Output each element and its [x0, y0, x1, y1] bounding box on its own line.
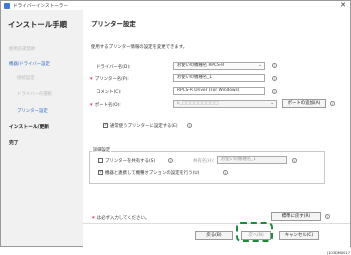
driver-label: ドライバー名(D):: [96, 65, 131, 70]
comment-field[interactable]: RPCS-R Driver (For Windows): [173, 87, 265, 95]
share-printer-label: プリンターを共有する(S): [105, 159, 156, 164]
title-bar: ドライバーインストーラー ✕: [1, 1, 350, 10]
port-label: ＊ ポート名(O):: [89, 102, 121, 108]
share-name-field[interactable]: お使いの機種名_1: [217, 156, 287, 164]
printer-name-field[interactable]: お使いの機種名_1: [173, 74, 265, 82]
back-button[interactable]: 戻る(B): [195, 231, 233, 240]
required-note: ＊ は必ず入力してください。: [91, 215, 149, 221]
main-panel: プリンター設定 使用するプリンター情報の設定を変更できます。 ドライバー名(D)…: [83, 10, 350, 246]
option-sync-label: 機器と連携して機種オプションの設定を行う(U): [105, 171, 200, 176]
info-icon[interactable]: i: [223, 170, 228, 175]
printer-name-label: ＊ プリンター名(P):: [89, 76, 129, 82]
option-sync-checkbox[interactable]: ✓: [98, 170, 103, 175]
step-printer-settings: プリンター設定: [17, 109, 48, 114]
info-icon[interactable]: i: [187, 123, 192, 128]
info-icon[interactable]: i: [292, 158, 297, 163]
page-title: プリンター設定: [91, 20, 136, 28]
info-icon[interactable]: i: [272, 89, 277, 94]
step-driver-select: ドライバーの選択: [17, 92, 53, 97]
info-icon[interactable]: i: [330, 101, 335, 106]
chevron-down-icon: ⌄: [270, 101, 274, 106]
restore-defaults-button[interactable]: 標準に戻す(R): [271, 212, 321, 221]
printer-name-label-text: プリンター名(P):: [94, 77, 129, 82]
step-connection: 接続設定: [17, 76, 35, 81]
info-icon[interactable]: i: [272, 76, 277, 81]
page-description: 使用するプリンター情報の設定を変更できます。: [91, 45, 188, 50]
step-complete: 完了: [9, 141, 19, 146]
share-name-label: 共有名(H):: [193, 159, 215, 164]
detail-settings-title: 詳細設定: [92, 147, 112, 153]
info-icon[interactable]: i: [168, 158, 173, 163]
port-select-value: E_□□□□□□□□□: [177, 101, 219, 106]
driver-select-value: お使いの機種名 RPCS-R: [177, 63, 225, 68]
comment-label: コメント(C):: [96, 90, 122, 95]
window-close-button[interactable]: ✕: [340, 1, 346, 10]
info-icon[interactable]: i: [272, 63, 277, 68]
footer-bar: 戻る(B) 次へ(N) キャンセル(C): [83, 223, 350, 247]
window-title: ドライバーインストーラー: [13, 3, 68, 9]
app-icon: [4, 2, 10, 9]
info-icon[interactable]: i: [325, 214, 330, 219]
default-printer-label: 通常使うプリンターに設定する(E): [110, 124, 178, 129]
driver-select[interactable]: お使いの機種名 RPCS-R ⌄: [173, 62, 265, 70]
steps-sidebar: インストール手順 使用許諾契約 機器/ドライバー設定 接続設定 ドライバーの選択…: [1, 10, 83, 246]
required-note-text: は必ず入力してください。: [96, 216, 150, 221]
figure-code: J103DM0017: [327, 251, 350, 255]
share-printer-checkbox[interactable]: [98, 158, 103, 163]
add-port-button[interactable]: ポートの追加(A): [282, 99, 326, 108]
step-install: インストール/更新: [9, 125, 50, 130]
installer-window: ドライバーインストーラー ✕ インストール手順 使用許諾契約 機器/ドライバー設…: [0, 0, 351, 247]
detail-settings-group: [89, 151, 325, 184]
step-device-driver: 機器/ドライバー設定: [9, 62, 50, 67]
next-button-highlight: [236, 222, 273, 242]
sidebar-heading: インストール手順: [8, 20, 67, 29]
chevron-down-icon: ⌄: [258, 63, 262, 68]
port-select[interactable]: E_□□□□□□□□□ ⌄: [173, 100, 277, 108]
cancel-button[interactable]: キャンセル(C): [279, 231, 319, 240]
default-printer-checkbox[interactable]: ✓: [103, 123, 108, 128]
port-label-text: ポート名(O):: [94, 103, 121, 108]
step-license: 使用許諾契約: [9, 47, 36, 52]
